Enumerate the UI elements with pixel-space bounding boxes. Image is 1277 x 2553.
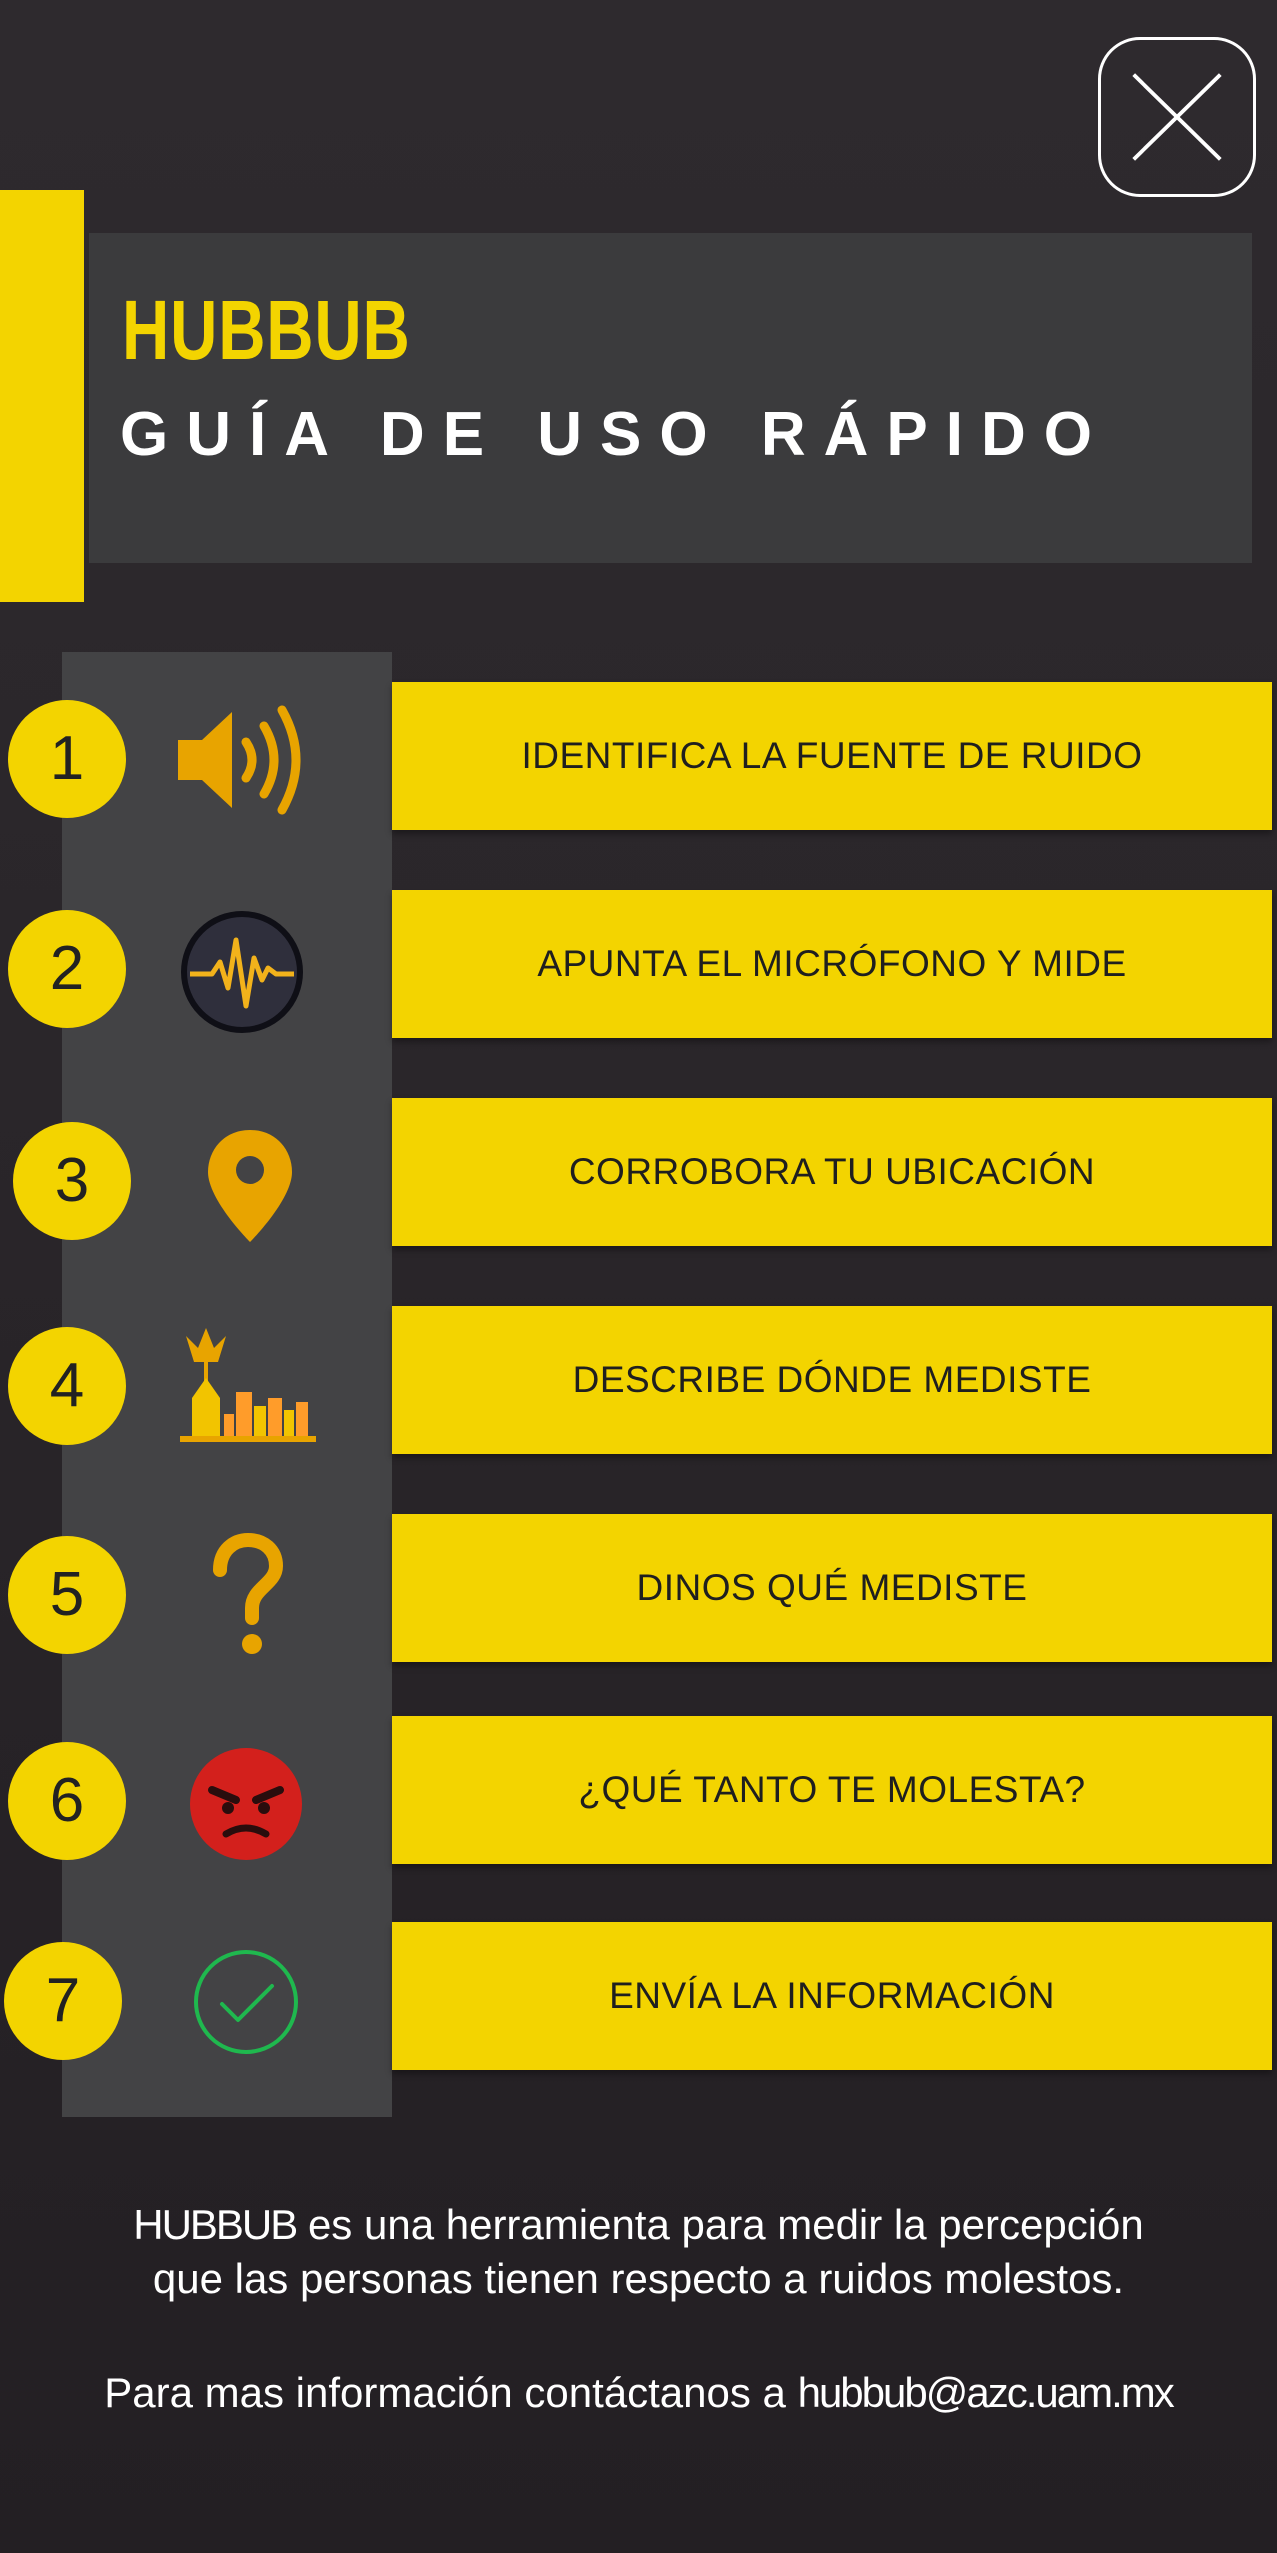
location-pin-icon [180, 1116, 320, 1256]
step-number-2: 2 [8, 910, 126, 1028]
step-button-1[interactable]: IDENTIFICA LA FUENTE DE RUIDO [392, 682, 1272, 830]
footer-description-line2: que las personas tienen respecto a ruido… [152, 2255, 1125, 2302]
step-number-1: 1 [8, 700, 126, 818]
step-button-5[interactable]: DINOS QUÉ MEDISTE [392, 1514, 1272, 1662]
check-circle-icon [176, 1932, 316, 2072]
contact-email-link[interactable]: hubbub@azc.uam.mx [798, 2369, 1175, 2416]
step-number-6: 6 [8, 1742, 126, 1860]
app-name: HUBBUB [122, 283, 411, 377]
angry-face-icon [176, 1734, 316, 1874]
close-button[interactable] [1098, 37, 1256, 197]
accent-bar [0, 190, 84, 602]
step-number-4: 4 [8, 1327, 126, 1445]
close-icon [1132, 73, 1222, 161]
step-number-3: 3 [13, 1122, 131, 1240]
footer-description-line1: es una herramienta para medir la percepc… [296, 2201, 1144, 2248]
footer-brand: HUBBUB [133, 2201, 298, 2248]
step-button-4[interactable]: DESCRIBE DÓNDE MEDISTE [392, 1306, 1272, 1454]
city-skyline-icon [178, 1318, 318, 1458]
step-number-7: 7 [4, 1942, 122, 2060]
footer-description: HUBBUB es una herramienta para medir la … [0, 2198, 1277, 2306]
contact-prefix: Para mas información contáctanos a [104, 2369, 798, 2416]
step-button-3[interactable]: CORROBORA TU UBICACIÓN [392, 1098, 1272, 1246]
step-button-6[interactable]: ¿QUÉ TANTO TE MOLESTA? [392, 1716, 1272, 1864]
speaker-icon [170, 690, 310, 830]
question-mark-icon [176, 1526, 316, 1666]
step-button-7[interactable]: ENVÍA LA INFORMACIÓN [392, 1922, 1272, 2070]
footer-contact: Para mas información contáctanos a hubbu… [0, 2366, 1277, 2420]
page-title: GUÍA DE USO RÁPIDO [120, 400, 1110, 469]
step-button-2[interactable]: APUNTA EL MICRÓFONO Y MIDE [392, 890, 1272, 1038]
sound-wave-icon [172, 902, 312, 1042]
step-number-5: 5 [8, 1536, 126, 1654]
